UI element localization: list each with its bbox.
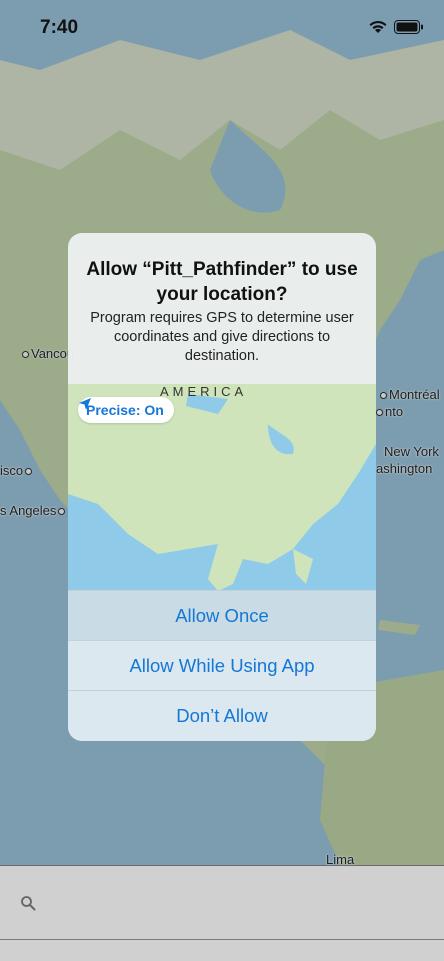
allow-while-using-app-button[interactable]: Allow While Using App bbox=[68, 640, 376, 690]
status-time: 7:40 bbox=[40, 17, 79, 38]
precise-label: Precise: On bbox=[86, 402, 164, 418]
sheet-divider bbox=[0, 939, 444, 940]
battery-icon bbox=[394, 20, 423, 34]
allow-once-button[interactable]: Allow Once bbox=[68, 590, 376, 640]
location-arrow-icon bbox=[79, 398, 91, 410]
alert-map-preview: AMERICA Precise: On bbox=[68, 384, 376, 591]
search-input[interactable] bbox=[48, 888, 422, 920]
search-icon bbox=[21, 896, 36, 911]
precise-toggle[interactable]: Precise: On bbox=[78, 397, 174, 423]
location-permission-alert: Allow “Pitt_Pathfinder” to use your loca… bbox=[68, 233, 376, 741]
alert-title: Allow “Pitt_Pathfinder” to use your loca… bbox=[86, 259, 358, 305]
dont-allow-button[interactable]: Don’t Allow bbox=[68, 690, 376, 741]
wifi-icon bbox=[369, 20, 387, 33]
bottom-search-sheet bbox=[0, 865, 444, 961]
status-bar: 7:40 bbox=[0, 0, 444, 56]
alert-message: Program requires GPS to determine user c… bbox=[90, 310, 354, 364]
alert-map-label: AMERICA bbox=[160, 384, 248, 399]
